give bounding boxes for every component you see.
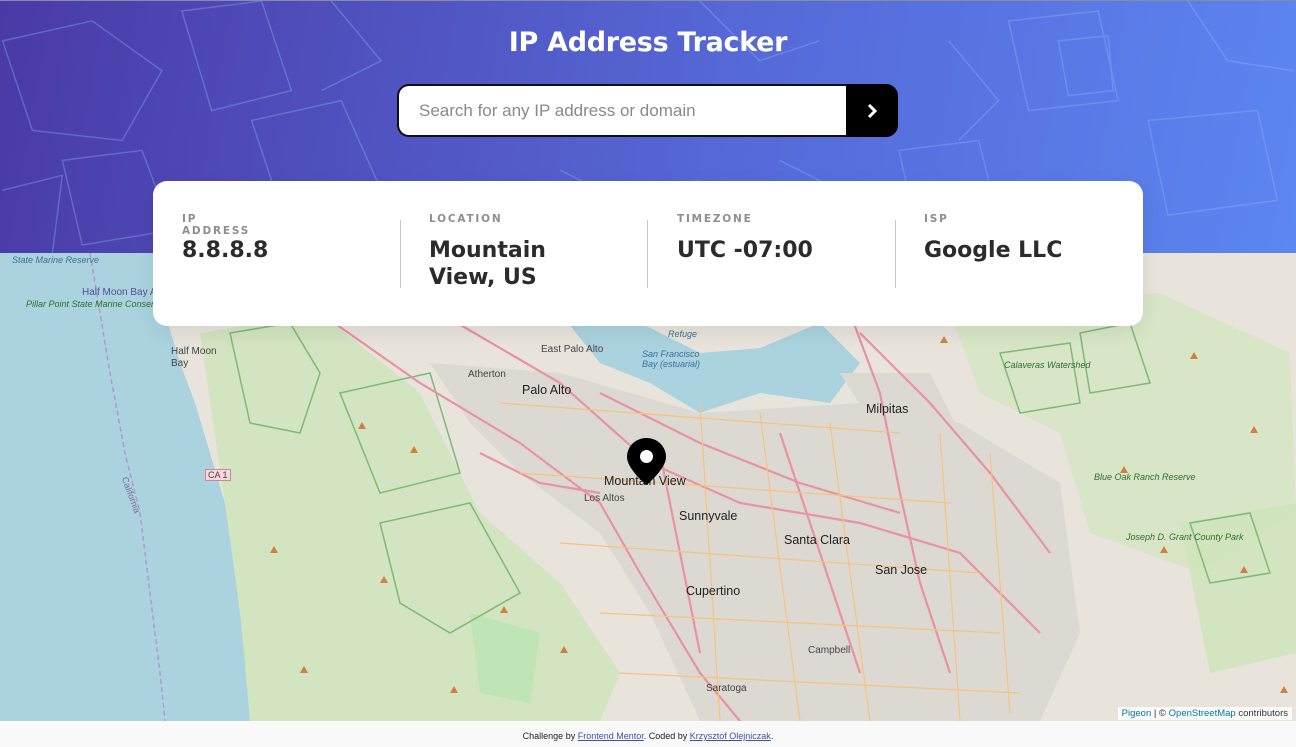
map-label-saratoga: Saratoga — [706, 683, 747, 694]
search-input[interactable] — [397, 84, 847, 137]
map-label-calaveras: Calaveras Watershed — [1004, 360, 1091, 370]
map-label-state-marine: State Marine Reserve — [12, 255, 100, 265]
timezone-label: TIMEZONE — [677, 213, 753, 225]
isp-label: ISP — [924, 213, 949, 225]
search-submit-button[interactable] — [846, 84, 898, 137]
map-label-milpitas: Milpitas — [866, 402, 909, 416]
frontend-mentor-link[interactable]: Frontend Mentor — [578, 731, 644, 741]
location-pin-icon[interactable] — [626, 437, 667, 486]
map-label-sf-bay: San Francisco Bay (estuarial) — [642, 349, 701, 369]
footer-suffix: . — [770, 731, 774, 741]
ip-address-label: IP ADDRESS — [182, 213, 251, 237]
map-label-ca1-shield: CA 1 — [205, 469, 231, 481]
ip-info-card: IP ADDRESS 8.8.8.8 LOCATION Mountain Vie… — [153, 181, 1143, 326]
map-attribution: Pigeon | © OpenStreetMap contributors — [1117, 707, 1292, 720]
footer-prefix: Challenge by — [522, 731, 578, 741]
map-label-blue-oak: Blue Oak Ranch Reserve — [1094, 472, 1196, 483]
search-form — [397, 84, 898, 137]
page-title: IP Address Tracker — [508, 27, 788, 58]
map-label-santa-clara: Santa Clara — [784, 533, 851, 547]
map-label-campbell: Campbell — [808, 645, 851, 656]
attribution-contributors: contributors — [1235, 708, 1288, 719]
map-label-pillar-point: Pillar Point State Marine Conservation A… — [26, 299, 199, 310]
footer-middle: . Coded by — [643, 731, 690, 741]
map-label-atherton: Atherton — [468, 369, 506, 380]
divider — [895, 220, 896, 288]
map-label-joseph-grant: Joseph D. Grant County Park — [1126, 532, 1244, 542]
isp-value: Google LLC — [924, 238, 1063, 263]
attribution-separator: | © — [1151, 708, 1169, 719]
map-label-palo-alto: Palo Alto — [522, 383, 572, 397]
timezone-value: UTC -07:00 — [677, 238, 813, 263]
map-label-san-jose: San Jose — [875, 563, 928, 577]
map-label-refuge: Refuge — [668, 329, 698, 339]
author-link[interactable]: Krzysztof Olejniczak — [690, 731, 771, 741]
map-label-half-moon-bay: Half Moon Bay — [171, 346, 217, 369]
footer: Challenge by Frontend Mentor. Coded by K… — [0, 721, 1296, 747]
map-label-cupertino: Cupertino — [686, 584, 741, 598]
divider — [400, 220, 401, 288]
openstreetmap-link[interactable]: OpenStreetMap — [1169, 708, 1236, 719]
location-label: LOCATION — [429, 213, 503, 225]
location-value: Mountain View, US — [429, 238, 546, 290]
chevron-right-icon — [867, 103, 877, 118]
map-label-sunnyvale: Sunnyvale — [679, 509, 738, 523]
divider — [647, 220, 648, 288]
map-label-los-altos: Los Altos — [584, 493, 625, 504]
ip-address-value: 8.8.8.8 — [182, 238, 269, 263]
pigeon-link[interactable]: Pigeon — [1122, 708, 1152, 719]
map-label-east-palo-alto: East Palo Alto — [541, 344, 604, 355]
